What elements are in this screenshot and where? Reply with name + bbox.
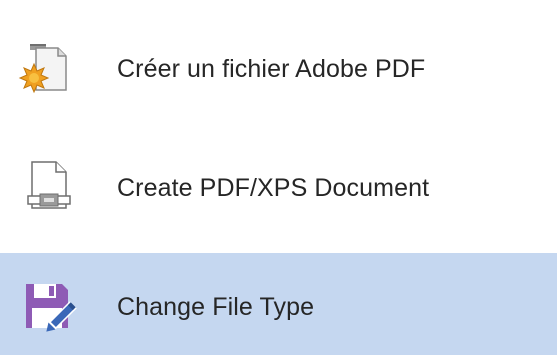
- menu-item-label: Change File Type: [117, 293, 315, 321]
- menu-item-create-pdf-xps[interactable]: Create PDF/XPS Document: [0, 138, 557, 253]
- menu-item-label: Create PDF/XPS Document: [117, 174, 430, 202]
- menu-item-change-file-type[interactable]: Change File Type: [0, 253, 557, 355]
- menu-item-label: Créer un fichier Adobe PDF: [117, 55, 426, 83]
- pdf-xps-document-icon: [18, 156, 80, 218]
- menu-item-create-adobe-pdf[interactable]: Créer un fichier Adobe PDF: [0, 0, 557, 138]
- change-file-type-icon: [18, 276, 80, 338]
- adobe-pdf-create-icon: [18, 38, 80, 100]
- backstage-menu: Créer un fichier Adobe PDF Create PDF/XP…: [0, 0, 557, 355]
